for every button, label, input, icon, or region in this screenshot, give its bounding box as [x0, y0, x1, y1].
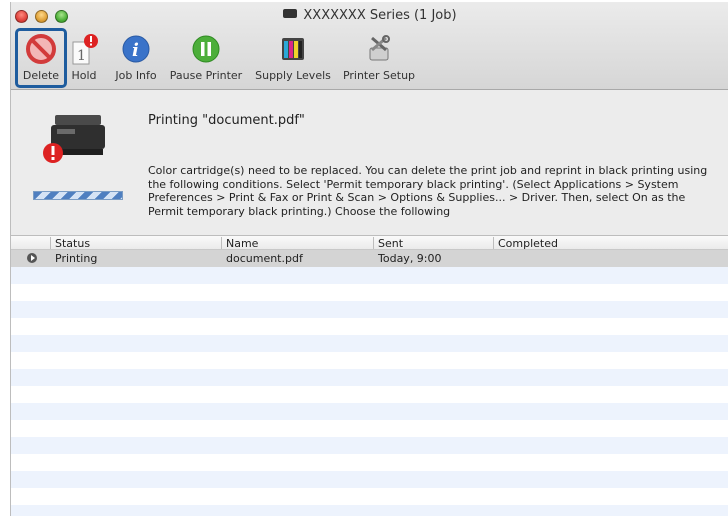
window-title: XXXXXXX Series (1 Job) — [11, 8, 728, 23]
column-header-sent[interactable]: Sent — [373, 237, 403, 250]
tools-icon — [362, 32, 396, 66]
supply-levels-button[interactable]: Supply Levels — [253, 32, 333, 86]
status-arrow-icon — [27, 253, 37, 263]
hold-alert-icon: 1 — [67, 32, 101, 66]
job-info-button[interactable]: i Job Info — [111, 32, 161, 86]
pause-icon — [189, 32, 223, 66]
status-message-panel: Printing "document.pdf" Color cartridge(… — [11, 91, 728, 235]
job-title: Printing "document.pdf" — [148, 113, 305, 128]
info-icon: i — [119, 32, 153, 66]
cell-status: Printing — [55, 252, 98, 265]
toolbar: Delete 1 Hold i Job Info Pause Printer S… — [11, 28, 728, 88]
pause-printer-label: Pause Printer — [169, 69, 243, 82]
table-row[interactable]: Printing document.pdf Today, 9:00 — [11, 250, 728, 267]
pause-printer-button[interactable]: Pause Printer — [168, 32, 244, 86]
hold-label: Hold — [71, 69, 97, 82]
hold-button[interactable]: 1 Hold — [69, 32, 99, 86]
job-info-label: Job Info — [115, 69, 157, 82]
column-header-completed[interactable]: Completed — [493, 237, 558, 250]
progress-indicator — [33, 191, 123, 200]
supply-levels-label: Supply Levels — [255, 69, 331, 82]
job-table: Status Name Sent Completed Printing docu… — [11, 235, 728, 516]
printer-setup-label: Printer Setup — [342, 69, 416, 82]
cell-sent: Today, 9:00 — [378, 252, 442, 265]
ink-levels-icon — [276, 32, 310, 66]
delete-button[interactable]: Delete — [15, 28, 67, 88]
no-entry-icon — [24, 32, 58, 66]
printer-icon — [283, 9, 298, 18]
delete-label: Delete — [22, 69, 60, 82]
svg-text:i: i — [132, 40, 139, 61]
print-queue-window: XXXXXXX Series (1 Job) Delete 1 Hold i J… — [10, 2, 728, 516]
window-title-text: XXXXXXX Series (1 Job) — [303, 8, 457, 23]
column-header-name[interactable]: Name — [221, 237, 258, 250]
printer-setup-button[interactable]: Printer Setup — [341, 32, 417, 86]
window-chrome: XXXXXXX Series (1 Job) Delete 1 Hold i J… — [11, 2, 728, 90]
printer-alert-icon — [33, 111, 113, 171]
table-header: Status Name Sent Completed — [11, 235, 728, 250]
column-header-status[interactable]: Status — [50, 237, 90, 250]
job-status-message: Color cartridge(s) need to be replaced. … — [148, 164, 708, 218]
job-list: Printing document.pdf Today, 9:00 — [11, 250, 728, 516]
cell-name: document.pdf — [226, 252, 303, 265]
svg-text:1: 1 — [77, 48, 86, 64]
